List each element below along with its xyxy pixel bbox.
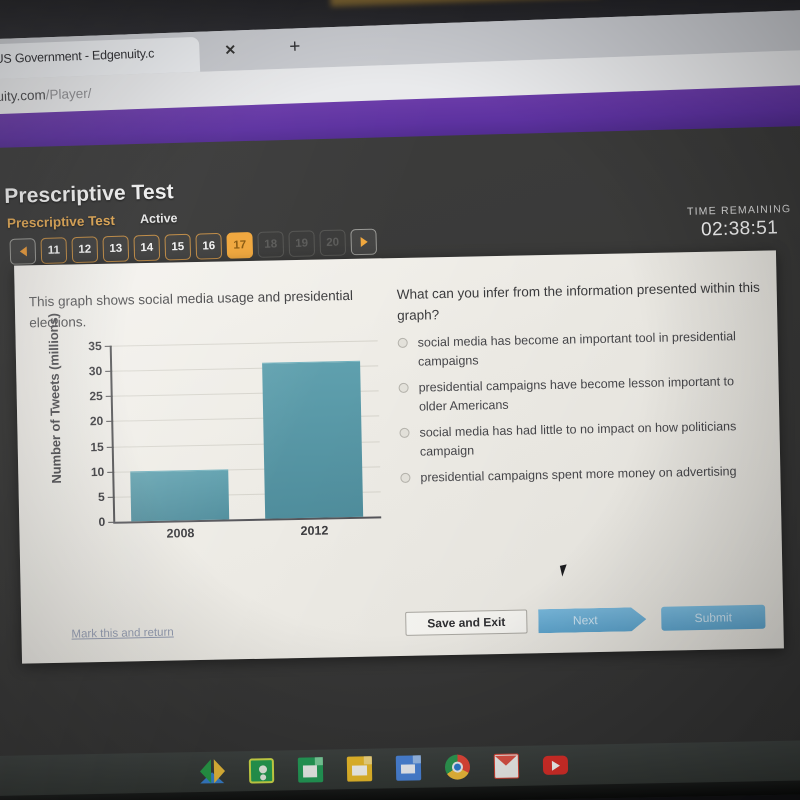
y-tick-label-10: 10 — [90, 464, 105, 480]
bar-2012 — [262, 360, 364, 519]
youtube-icon[interactable] — [542, 755, 569, 775]
radio-button-icon[interactable] — [399, 427, 410, 438]
url-domain: nuity.com — [0, 87, 46, 105]
radio-button-icon[interactable] — [397, 337, 408, 349]
timer-label: TIME REMAINING — [686, 202, 792, 218]
pager-item-16[interactable]: 16 — [195, 232, 223, 260]
answer-option-3[interactable]: social media has had little to no impact… — [399, 417, 772, 462]
pager-item-19-disabled: 19 — [288, 230, 316, 258]
chart-y-axis-label: Number of Tweets (millions) — [45, 313, 64, 484]
bar-2008 — [130, 469, 230, 522]
save-and-exit-button[interactable]: Save and Exit — [405, 609, 528, 636]
pager-item-12[interactable]: 12 — [71, 236, 99, 264]
gridline — [109, 340, 378, 347]
screen-photo: US Government - Edgenuity.c ✕ + nuity.co… — [0, 0, 800, 800]
radio-button-icon[interactable] — [398, 382, 409, 393]
chart-y-axis — [109, 345, 115, 522]
question-stem: This graph shows social media usage and … — [28, 287, 354, 331]
google-sheets-icon[interactable] — [297, 757, 324, 783]
pager-item-18-disabled: 18 — [257, 231, 285, 258]
question-card: This graph shows social media usage and … — [14, 250, 784, 664]
answer-option-2[interactable]: presidential campaigns have become lesso… — [398, 372, 771, 417]
answer-option-4[interactable]: presidential campaigns spent more money … — [400, 462, 772, 488]
answer-option-1[interactable]: social media has become an important too… — [397, 327, 771, 372]
pager-item-20-disabled: 20 — [319, 229, 347, 257]
y-tick-label-25: 25 — [89, 388, 103, 404]
google-slides-icon[interactable] — [346, 756, 373, 782]
y-tick-label-15: 15 — [90, 439, 104, 455]
submit-button[interactable]: Submit — [661, 604, 766, 631]
close-icon[interactable]: ✕ — [224, 42, 236, 58]
y-tick-label-20: 20 — [89, 413, 104, 429]
mark-this-and-return-link[interactable]: Mark this and return — [71, 627, 173, 641]
pager-item-15[interactable]: 15 — [164, 233, 192, 261]
next-button[interactable]: Next — [538, 607, 646, 633]
google-docs-icon[interactable] — [395, 755, 422, 781]
pager-item-14[interactable]: 14 — [133, 234, 161, 262]
pager-item-13[interactable]: 13 — [102, 235, 130, 263]
radio-button-icon[interactable] — [400, 472, 411, 483]
plus-icon[interactable]: + — [289, 36, 301, 57]
question-prompt: What can you infer from the information … — [396, 279, 761, 324]
page-title: Prescriptive Test — [3, 180, 174, 208]
y-tick-label-35: 35 — [88, 338, 102, 354]
answer-option-label: presidential campaigns spent more money … — [420, 464, 737, 485]
y-tick-label-30: 30 — [88, 363, 103, 379]
bar-chart: Number of Tweets (millions) 35 30 25 20 … — [38, 313, 402, 558]
x-tick-label-2012: 2012 — [300, 523, 329, 538]
pager-next-button[interactable] — [350, 228, 378, 256]
y-tick-label-0: 0 — [98, 514, 106, 530]
google-drive-icon[interactable] — [199, 759, 226, 784]
answer-option-label: social media has had little to no impact… — [419, 419, 737, 459]
chrome-icon[interactable] — [444, 754, 471, 780]
gmail-icon[interactable] — [493, 753, 520, 779]
triangle-left-icon — [19, 246, 27, 257]
answer-option-label: social media has become an important too… — [417, 329, 737, 369]
answer-option-label: presidential campaigns have become lesso… — [418, 374, 735, 414]
google-classroom-icon[interactable] — [248, 758, 275, 784]
timer: TIME REMAINING 02:38:51 — [687, 203, 792, 242]
pager-item-11[interactable]: 11 — [40, 237, 68, 264]
shelf-edge — [0, 778, 800, 800]
pager-item-17-current[interactable]: 17 — [226, 232, 254, 259]
status-badge: Active — [139, 211, 178, 227]
url-path: /Player/ — [45, 85, 92, 103]
timer-value: 02:38:51 — [700, 217, 779, 241]
pager-prev-button[interactable] — [9, 238, 37, 265]
y-tick-label-5: 5 — [97, 489, 105, 505]
chart-plot-area: 35 30 25 20 15 10 5 0 2008 2012 — [88, 339, 382, 541]
assessment-subtitle: Prescriptive Test — [6, 212, 116, 231]
answer-options: social media has become an important too… — [397, 327, 773, 495]
x-tick-label-2008: 2008 — [166, 526, 195, 541]
triangle-right-icon — [360, 236, 368, 248]
